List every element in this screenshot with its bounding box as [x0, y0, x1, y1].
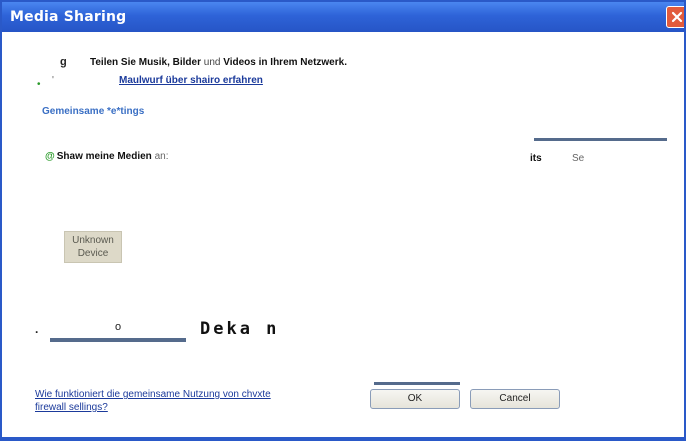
- its-label: its: [530, 153, 542, 164]
- divider-line: [534, 138, 667, 141]
- help-link[interactable]: Wie funktioniert die gemeinsame Nutzung …: [35, 388, 285, 414]
- share-label: Shaw meine Medien: [56, 151, 152, 162]
- cancel-button[interactable]: Cancel: [470, 389, 560, 409]
- slider-track[interactable]: [50, 338, 186, 342]
- intro-bold2: Videos in Ihrem Netzwerk.: [223, 57, 347, 68]
- unknown-device-tile[interactable]: Unknown Device: [64, 231, 122, 263]
- intro-text: Teilen Sie Musik, Bilder und Videos in I…: [90, 57, 347, 68]
- learn-more-link[interactable]: Maulwurf über shairo erfahren: [119, 75, 263, 86]
- close-icon: [671, 11, 683, 23]
- bottom-border: [2, 437, 684, 439]
- share-media-option[interactable]: @ Shaw meine Medien an:: [45, 151, 168, 162]
- slider-text: Deka n: [200, 319, 280, 339]
- share-radio-icon[interactable]: @: [45, 151, 55, 162]
- bullet-icon: •: [37, 79, 41, 90]
- se-label: Se: [572, 153, 585, 164]
- dialog-content: g Teilen Sie Musik, Bilder und Videos in…: [2, 32, 684, 439]
- intro-glyph: g: [60, 56, 67, 68]
- period-mark: .: [35, 322, 39, 336]
- slider-knob[interactable]: o: [115, 321, 121, 333]
- intro-bold1: Musik, Bilder: [138, 57, 201, 68]
- intro-part2: und: [200, 57, 224, 68]
- tick-mark: ': [52, 75, 54, 86]
- device-line1: Unknown: [72, 235, 114, 246]
- intro-part1: Teilen Sie: [90, 57, 139, 68]
- window-title: Media Sharing: [10, 9, 127, 25]
- share-suffix: an:: [151, 151, 169, 162]
- title-bar[interactable]: Media Sharing: [2, 2, 684, 32]
- media-sharing-dialog: Media Sharing g Teilen Sie Musik, Bilder…: [0, 0, 686, 441]
- ok-focus-line: [374, 382, 460, 385]
- section-title: Gemeinsame *e*tings: [42, 106, 145, 117]
- device-line2: Device: [77, 248, 109, 259]
- close-button[interactable]: [666, 6, 684, 28]
- ok-button[interactable]: OK: [370, 389, 460, 409]
